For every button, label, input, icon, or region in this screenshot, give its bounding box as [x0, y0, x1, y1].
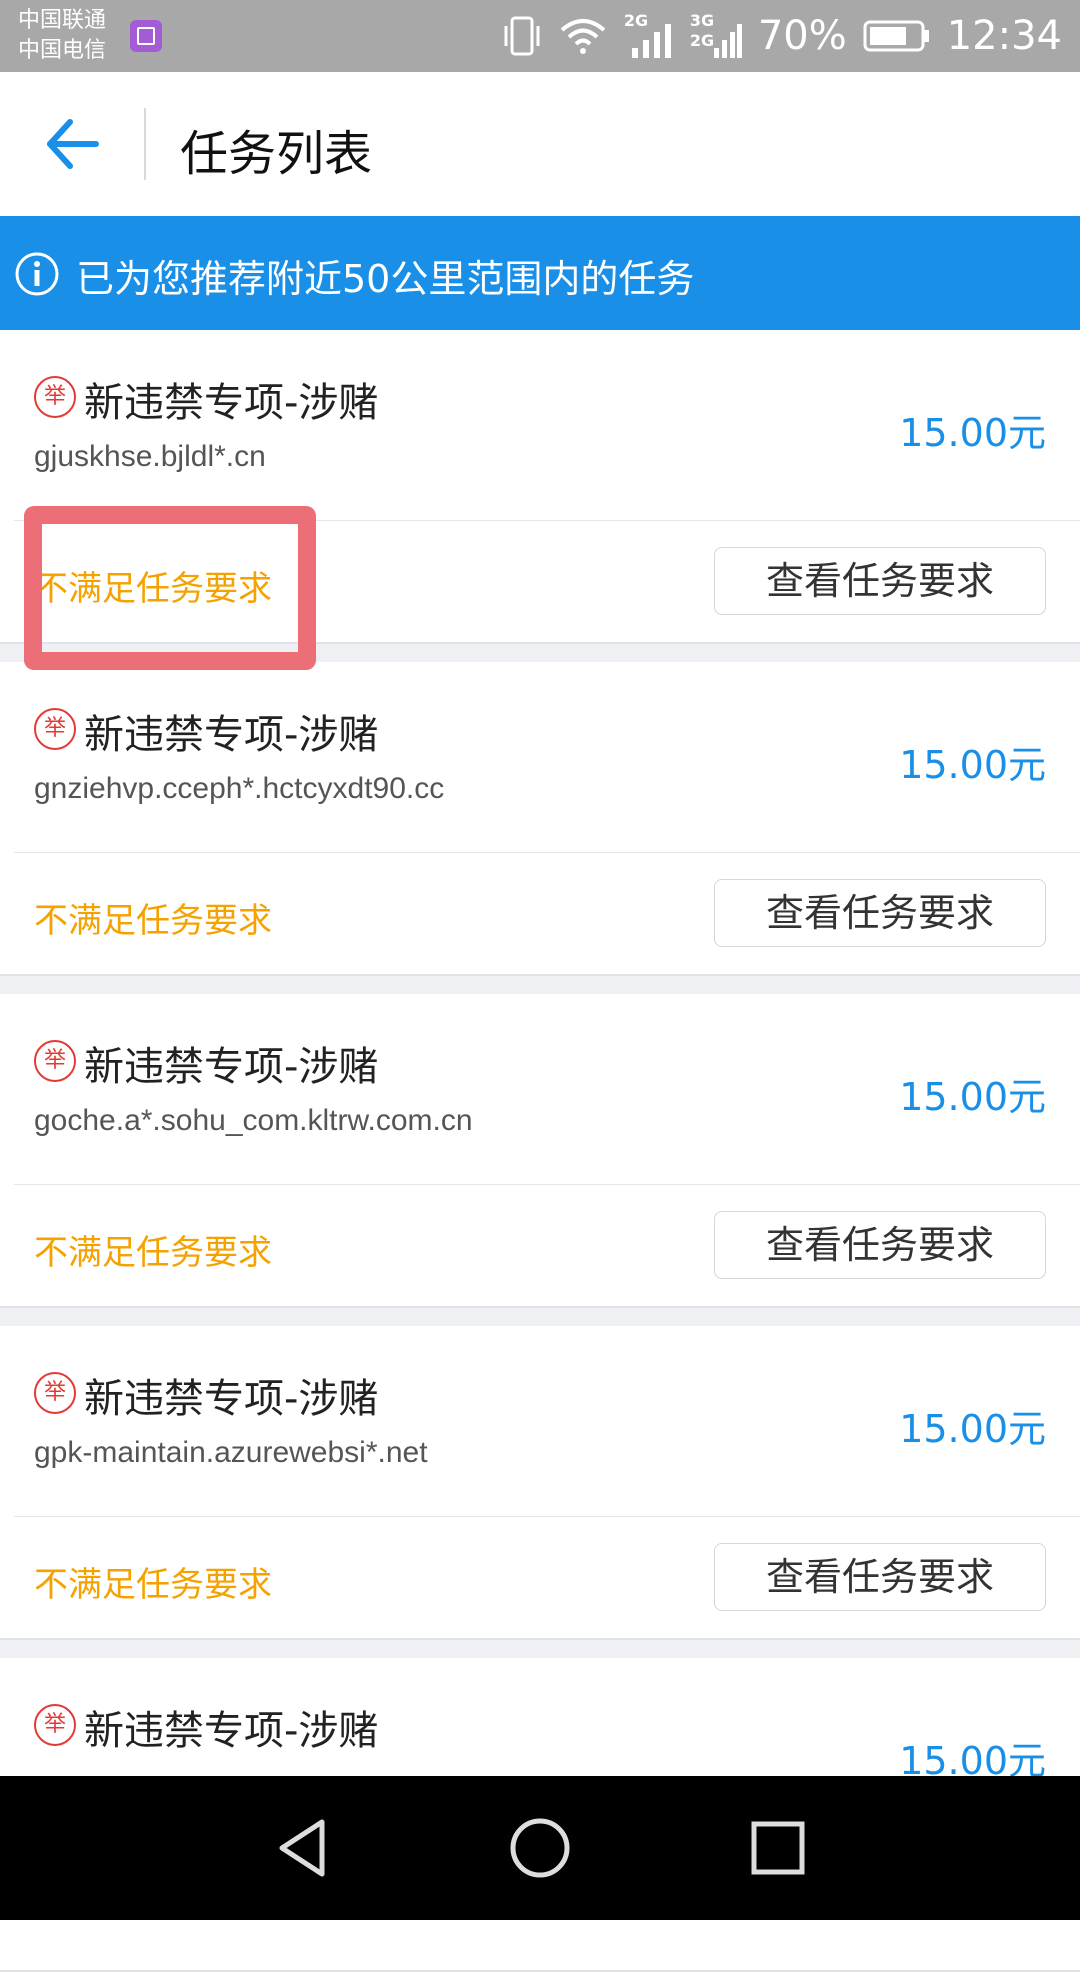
task-card-bottom: 不满足任务要求 查看任务要求	[0, 1185, 1080, 1306]
task-title: 新违禁专项-涉赌	[84, 712, 379, 758]
task-card-top[interactable]: 举 新违禁专项-涉赌 gnziehvp.cceph*.hctcyxdt90.cc…	[0, 662, 1080, 852]
task-status: 不满足任务要求	[34, 1233, 272, 1273]
title-divider	[144, 108, 146, 180]
task-card-top[interactable]: 举 新违禁专项-涉赌 gjuskhse.bjldl*.cn 15.00元	[0, 330, 1080, 520]
net-label-2-bottom: 2G	[689, 31, 715, 50]
view-requirements-button[interactable]: 查看任务要求	[714, 879, 1046, 947]
task-domain: gpk-maintain.azurewebsi*.net	[34, 1436, 428, 1469]
status-right: 2G 3G 2G 70% 12:34	[502, 10, 1062, 62]
task-price: 15.00元	[899, 743, 1046, 787]
task-status: 不满足任务要求	[34, 901, 272, 941]
signal-icon	[713, 24, 742, 58]
arrow-left-icon[interactable]	[40, 112, 104, 176]
task-card: 举 新违禁专项-涉赌 gnziehvp.cceph*.hctcyxdt90.cc…	[0, 662, 1080, 976]
battery-percent: 70%	[757, 13, 847, 59]
net-label-2-top: 3G	[689, 11, 715, 30]
info-banner: 已为您推荐附近50公里范围内的任务	[0, 216, 1080, 330]
vibrate-icon	[504, 16, 540, 56]
battery-icon	[863, 20, 929, 52]
task-domain: goche.a*.sohu_com.kltrw.com.cn	[34, 1104, 473, 1137]
task-domain: gjuskhse.bjldl*.cn	[34, 440, 266, 473]
task-price: 15.00元	[899, 411, 1046, 455]
wifi-icon	[560, 19, 606, 54]
task-card: 举 新违禁专项-涉赌 gpk-maintain.azurewebsi*.net …	[0, 1326, 1080, 1640]
info-icon	[15, 252, 59, 296]
report-badge-icon: 举	[34, 1372, 76, 1414]
task-title: 新违禁专项-涉赌	[84, 380, 379, 426]
highlight-annotation	[24, 506, 316, 670]
report-badge-icon: 举	[34, 708, 76, 750]
square-recent-icon[interactable]	[742, 1812, 814, 1884]
signal-group-1: 2G	[624, 12, 674, 60]
task-status: 不满足任务要求	[34, 1565, 272, 1605]
carrier-1: 中国联通	[18, 8, 107, 33]
task-price: 15.00元	[899, 1075, 1046, 1119]
task-domain: gnziehvp.cceph*.hctcyxdt90.cc	[34, 772, 445, 805]
report-badge-icon: 举	[34, 1704, 76, 1746]
task-card-top[interactable]: 举 新违禁专项-涉赌 goche.a*.sohu_com.kltrw.com.c…	[0, 994, 1080, 1184]
view-requirements-button[interactable]: 查看任务要求	[714, 547, 1046, 615]
carrier-2: 中国电信	[18, 38, 107, 63]
view-requirements-button[interactable]: 查看任务要求	[714, 1543, 1046, 1611]
view-requirements-button[interactable]: 查看任务要求	[714, 1211, 1046, 1279]
task-title: 新违禁专项-涉赌	[84, 1044, 379, 1090]
task-card-bottom: 不满足任务要求 查看任务要求	[0, 853, 1080, 974]
page-title: 任务列表	[180, 126, 373, 182]
title-bar: 任务列表	[0, 72, 1080, 216]
task-card-bottom: 不满足任务要求 查看任务要求	[0, 1517, 1080, 1638]
gallery-icon	[130, 20, 162, 52]
report-badge-icon: 举	[34, 1040, 76, 1082]
banner-text: 已为您推荐附近50公里范围内的任务	[76, 257, 695, 301]
triangle-back-icon[interactable]	[266, 1812, 338, 1884]
task-card: 举 新违禁专项-涉赌 goche.a*.sohu_com.kltrw.com.c…	[0, 994, 1080, 1308]
task-title: 新违禁专项-涉赌	[84, 1708, 379, 1754]
task-title: 新违禁专项-涉赌	[84, 1376, 379, 1422]
task-card-top[interactable]: 举 新违禁专项-涉赌 gpk-maintain.azurewebsi*.net …	[0, 1326, 1080, 1516]
signal-group-2: 3G 2G	[690, 12, 742, 60]
signal-icon	[631, 24, 671, 58]
report-badge-icon: 举	[34, 376, 76, 418]
circle-home-icon[interactable]	[504, 1812, 576, 1884]
navigation-bar	[0, 1776, 1080, 1920]
clock: 12:34	[946, 13, 1062, 59]
task-price: 15.00元	[899, 1407, 1046, 1451]
status-bar: 中国联通 中国电信 2G 3G 2G 70% 12:34	[0, 0, 1080, 72]
carrier-labels: 中国联通 中国电信	[18, 6, 106, 66]
